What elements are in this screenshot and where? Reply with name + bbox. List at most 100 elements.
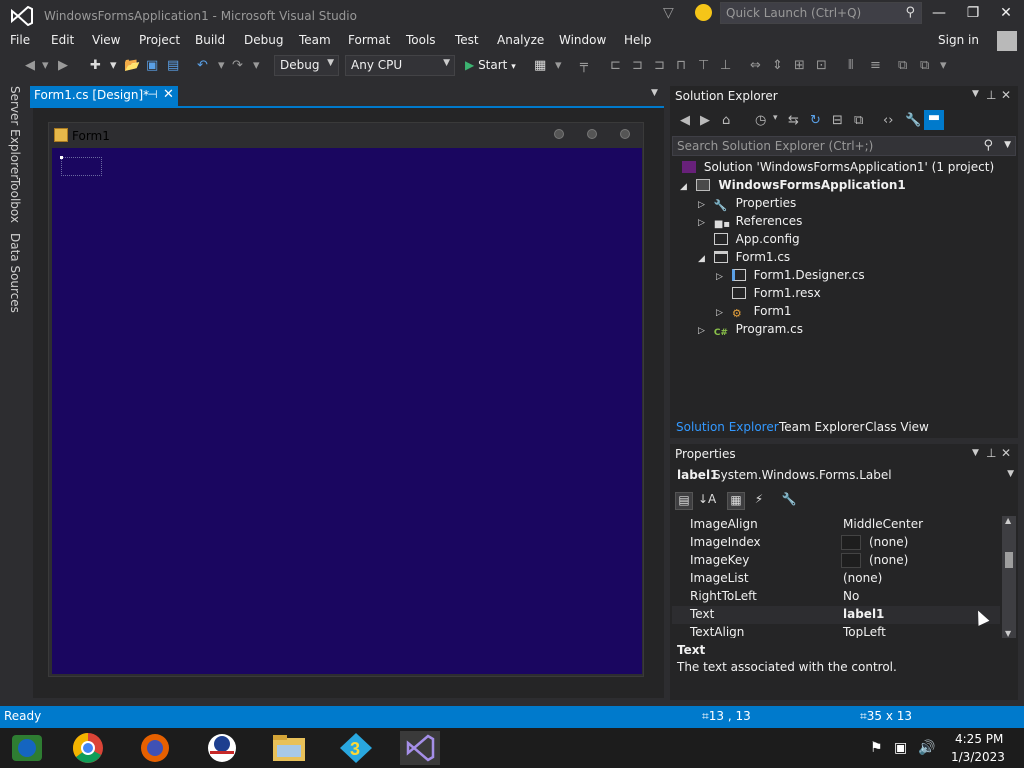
close-icon[interactable]: ✕	[1001, 446, 1011, 460]
collapsed-arrow-icon[interactable]: ▷	[698, 218, 710, 228]
back-icon[interactable]: ◀	[680, 113, 690, 128]
align-tops-icon[interactable]: ⊓	[676, 58, 686, 73]
taskbar-app-file-explorer[interactable]	[269, 731, 309, 765]
scroll-down-icon[interactable]: ▼	[1005, 629, 1011, 638]
pending-changes-filter-icon[interactable]: ◷	[755, 113, 766, 128]
menu-build[interactable]: Build	[195, 33, 225, 47]
property-row[interactable]: ImageIndex (none)	[672, 534, 1000, 552]
toolbar-overflow-icon[interactable]: ▾	[940, 58, 947, 73]
property-value[interactable]: (none)	[869, 535, 908, 549]
property-row[interactable]: ImageAlign MiddleCenter	[672, 516, 1000, 534]
menu-test[interactable]: Test	[455, 33, 479, 47]
scrollbar-thumb[interactable]	[1005, 552, 1013, 568]
refresh-icon[interactable]: ↻	[810, 113, 821, 128]
close-icon[interactable]: ✕	[1001, 88, 1011, 102]
align-lefts-icon[interactable]: ⊏	[610, 58, 621, 73]
quick-launch-input[interactable]: Quick Launch (Ctrl+Q) ⚲	[720, 2, 922, 24]
align-bottoms-icon[interactable]: ⊥	[720, 58, 731, 73]
menu-tools[interactable]: Tools	[406, 33, 436, 47]
sign-in-link[interactable]: Sign in	[938, 33, 979, 47]
home-icon[interactable]: ⌂	[722, 113, 730, 128]
menu-edit[interactable]: Edit	[51, 33, 74, 47]
tree-item-project[interactable]: ◢ WindowsFormsApplication1	[680, 178, 906, 196]
collapse-all-icon[interactable]: ⊟	[832, 113, 843, 128]
open-file-icon[interactable]: 📂	[124, 58, 140, 73]
new-project-dropdown-icon[interactable]: ▾	[110, 58, 117, 73]
notification-filter-icon[interactable]: ▽	[663, 5, 674, 21]
solution-platform-select[interactable]: Any CPU ▼	[345, 55, 455, 76]
tree-item-program-cs[interactable]: ▷ C# Program.cs	[698, 322, 803, 340]
make-same-height-icon[interactable]: ⇕	[772, 58, 783, 73]
tree-item-properties[interactable]: ▷ 🔧 Properties	[698, 196, 796, 214]
preview-selected-items-icon[interactable]: ▬	[924, 110, 944, 130]
navigate-back-dropdown-icon[interactable]: ▾	[42, 58, 49, 73]
categorized-icon[interactable]: ▤	[675, 492, 693, 510]
close-icon[interactable]: ✕	[163, 87, 174, 102]
volume-icon[interactable]: 🔊	[918, 740, 935, 756]
data-sources-tab[interactable]: Data Sources	[8, 233, 22, 313]
menu-view[interactable]: View	[92, 33, 120, 47]
tab-class-view[interactable]: Class View	[865, 420, 929, 434]
property-value[interactable]: MiddleCenter	[843, 517, 923, 531]
tree-item-app-config[interactable]: App.config	[698, 232, 800, 250]
label1-control[interactable]	[61, 157, 102, 176]
redo-dropdown-icon[interactable]: ▾	[253, 58, 260, 73]
new-project-icon[interactable]: ✚	[90, 58, 101, 73]
property-row[interactable]: TextAlign TopLeft	[672, 624, 1000, 638]
tree-item-form1-designer[interactable]: ▷ Form1.Designer.cs	[716, 268, 865, 286]
taskbar-app-three[interactable]: 3	[336, 731, 376, 765]
restore-button[interactable]: ❐	[962, 5, 984, 25]
tree-item-form1-class[interactable]: ▷ ⚙ Form1	[716, 304, 792, 322]
bring-to-front-icon[interactable]: ⧉	[898, 58, 907, 73]
auto-hide-pin-icon[interactable]: ⊥	[986, 446, 996, 460]
action-center-flag-icon[interactable]: ⚑	[870, 740, 883, 756]
auto-hide-pin-icon[interactable]: ⊥	[986, 88, 996, 102]
server-explorer-tab[interactable]: Server Explorer	[8, 86, 22, 179]
properties-wrench-icon[interactable]: 🔧	[905, 113, 921, 128]
menu-debug[interactable]: Debug	[244, 33, 283, 47]
undo-dropdown-icon[interactable]: ▾	[218, 58, 225, 73]
tree-item-form1-resx[interactable]: Form1.resx	[716, 286, 821, 304]
menu-format[interactable]: Format	[348, 33, 390, 47]
account-icon[interactable]	[997, 31, 1017, 51]
selection-handle[interactable]	[60, 156, 63, 159]
chevron-down-icon[interactable]: ▾	[773, 113, 778, 123]
vertical-spacing-icon[interactable]: ≡	[870, 58, 881, 73]
property-grid-scrollbar[interactable]: ▲ ▼	[1002, 516, 1016, 638]
taskbar-app-campaign[interactable]	[202, 731, 242, 765]
menu-help[interactable]: Help	[624, 33, 651, 47]
align-rights-icon[interactable]: ⊐	[654, 58, 665, 73]
view-code-icon[interactable]: ‹›	[883, 113, 893, 128]
expanded-arrow-icon[interactable]: ◢	[680, 182, 692, 192]
property-row[interactable]: ImageList (none)	[672, 570, 1000, 588]
alphabetical-icon[interactable]: ↓A	[698, 492, 716, 510]
solution-explorer-search-input[interactable]: Search Solution Explorer (Ctrl+;) ⚲ ▼	[672, 136, 1016, 156]
taskbar-app-media[interactable]	[8, 731, 48, 765]
network-icon[interactable]: ▣	[894, 740, 907, 756]
align-centers-icon[interactable]: ⊐	[632, 58, 643, 73]
toolbox-tab[interactable]: Toolbox	[8, 178, 22, 223]
solution-configuration-select[interactable]: Debug ▼	[274, 55, 339, 76]
object-selector[interactable]: label1 System.Windows.Forms.Label ▼	[672, 466, 1018, 486]
property-value[interactable]: (none)	[869, 553, 908, 567]
align-middles-icon[interactable]: ⊤	[698, 58, 709, 73]
scroll-up-icon[interactable]: ▲	[1005, 516, 1011, 525]
tree-item-form1-cs[interactable]: ◢ Form1.cs	[698, 250, 790, 268]
make-same-width-icon[interactable]: ⇔	[750, 58, 761, 73]
tree-item-solution[interactable]: Solution 'WindowsFormsApplication1' (1 p…	[682, 160, 1016, 178]
redo-icon[interactable]: ↷	[232, 58, 243, 73]
window-position-dropdown-icon[interactable]: ▼	[972, 89, 979, 99]
find-in-files-icon[interactable]: ▦	[534, 58, 546, 73]
tab-team-explorer[interactable]: Team Explorer	[779, 420, 865, 434]
collapsed-arrow-icon[interactable]: ▷	[716, 308, 728, 318]
start-debugging-button[interactable]: ▶ Start ▾	[465, 58, 516, 72]
events-lightning-icon[interactable]: ⚡	[750, 492, 768, 510]
send-to-back-icon[interactable]: ⧉	[920, 58, 929, 73]
undo-icon[interactable]: ↶	[197, 58, 208, 73]
size-to-grid-icon[interactable]: ⊡	[816, 58, 827, 73]
menu-analyze[interactable]: Analyze	[497, 33, 544, 47]
show-all-files-icon[interactable]: ⧉	[854, 113, 863, 128]
menu-window[interactable]: Window	[559, 33, 606, 47]
tab-form1-design[interactable]: Form1.cs [Design]* ⊣ ✕	[30, 86, 178, 106]
clock-date[interactable]: 1/3/2023	[951, 750, 1005, 764]
